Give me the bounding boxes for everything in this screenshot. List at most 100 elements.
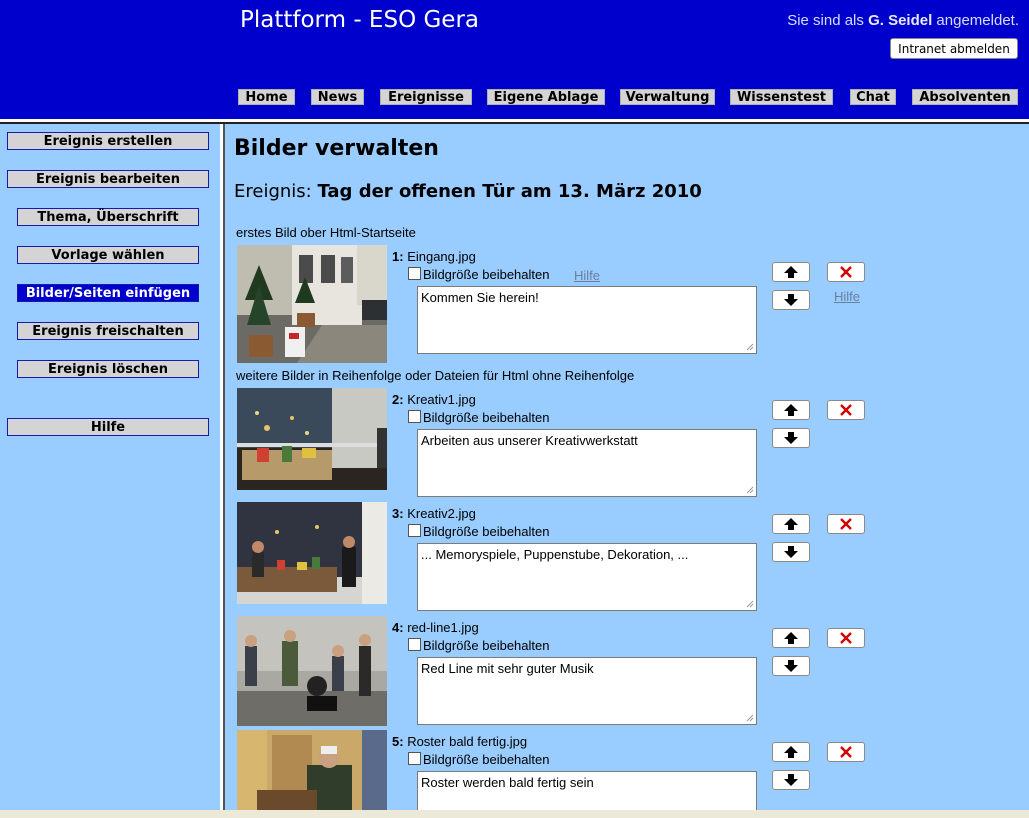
caption-textarea[interactable]: Red Line mit sehr guter Musik: [417, 657, 757, 725]
event-name: Tag der offenen Tür am 13. März 2010: [317, 181, 702, 202]
more-images-section-label: weitere Bilder in Reihenfolge oder Datei…: [236, 368, 635, 383]
arrow-up-icon: [784, 632, 798, 644]
sidebar-item-vorlage[interactable]: Vorlage wählen: [17, 246, 199, 264]
nav-eigene-ablage[interactable]: Eigene Ablage: [487, 89, 605, 105]
first-image-section-label: erstes Bild ober Html-Startseite: [236, 225, 416, 240]
event-prefix: Ereignis:: [234, 181, 318, 202]
delete-x-icon: [840, 518, 852, 530]
sidebar-item-ereignis-erstellen[interactable]: Ereignis erstellen: [7, 132, 209, 150]
resize-grip-icon[interactable]: [744, 484, 754, 494]
keep-size-help-link[interactable]: Hilfe: [574, 268, 600, 283]
delete-button[interactable]: [827, 262, 865, 282]
delete-x-icon: [840, 632, 852, 644]
delete-x-icon: [840, 266, 852, 278]
login-suffix: angemeldet.: [932, 12, 1019, 29]
image-number: 4:: [392, 620, 404, 635]
delete-x-icon: [840, 746, 852, 758]
image-title: 1: Eingang.jpg: [392, 249, 476, 264]
image-entry: 1: Eingang.jpg Bildgröße beibehalten Hil…: [225, 245, 1029, 363]
keep-size-checkbox[interactable]: [408, 524, 421, 537]
nav-chat[interactable]: Chat: [850, 89, 896, 105]
nav-verwaltung[interactable]: Verwaltung: [620, 89, 715, 105]
image-entry: 3: Kreativ2.jpg Bildgröße beibehalten ..…: [225, 502, 1029, 620]
site-title: Plattform - ESO Gera: [240, 7, 480, 33]
image-number: 2:: [392, 392, 404, 407]
image-filename: Kreativ2.jpg: [407, 506, 476, 521]
header: Plattform - ESO Gera Sie sind als G. Sei…: [0, 0, 1029, 119]
nav-news[interactable]: News: [311, 89, 364, 105]
logout-button[interactable]: Intranet abmelden: [890, 38, 1018, 59]
login-prefix: Sie sind als: [787, 12, 869, 29]
caption-textarea[interactable]: ... Memoryspiele, Puppenstube, Dekoratio…: [417, 543, 757, 611]
image-thumbnail: [237, 388, 387, 490]
event-line: Ereignis: Tag der offenen Tür am 13. Mär…: [234, 181, 702, 202]
arrow-down-icon: [784, 546, 798, 558]
arrow-up-icon: [784, 746, 798, 758]
move-down-button[interactable]: [772, 770, 810, 790]
nav-absolventen[interactable]: Absolventen: [912, 89, 1018, 105]
image-thumbnail: [237, 730, 387, 810]
sidebar: Ereignis erstellen Ereignis bearbeiten T…: [0, 124, 220, 818]
sidebar-item-thema[interactable]: Thema, Überschrift: [17, 208, 199, 226]
keep-size-checkbox[interactable]: [408, 410, 421, 423]
image-title: 3: Kreativ2.jpg: [392, 506, 476, 521]
arrow-down-icon: [784, 774, 798, 786]
arrow-down-icon: [784, 432, 798, 444]
nav-wissenstest[interactable]: Wissenstest: [730, 89, 833, 105]
move-up-button[interactable]: [772, 262, 810, 282]
window-bottom-edge: [0, 810, 1029, 818]
resize-grip-icon[interactable]: [744, 341, 754, 351]
caption-textarea[interactable]: Kommen Sie herein!: [417, 286, 757, 354]
nav-home[interactable]: Home: [238, 89, 295, 105]
caption-textarea[interactable]: Arbeiten aus unserer Kreativwerkstatt: [417, 429, 757, 497]
arrow-up-icon: [784, 404, 798, 416]
arrow-down-icon: [784, 294, 798, 306]
image-thumbnail: [237, 616, 387, 726]
nav-ereignisse[interactable]: Ereignisse: [380, 89, 472, 105]
arrow-up-icon: [784, 266, 798, 278]
keep-size-label: Bildgröße beibehalten: [423, 638, 550, 653]
keep-size-checkbox[interactable]: [408, 638, 421, 651]
arrow-down-icon: [784, 660, 798, 672]
image-filename: red-line1.jpg: [407, 620, 479, 635]
sidebar-item-bilder-seiten[interactable]: Bilder/Seiten einfügen: [17, 284, 199, 302]
move-up-button[interactable]: [772, 742, 810, 762]
resize-grip-icon[interactable]: [744, 712, 754, 722]
login-user: G. Seidel: [868, 12, 933, 29]
image-title: 5: Roster bald fertig.jpg: [392, 734, 527, 749]
keep-size-label: Bildgröße beibehalten: [423, 524, 550, 539]
move-up-button[interactable]: [772, 400, 810, 420]
arrow-up-icon: [784, 518, 798, 530]
image-title: 4: red-line1.jpg: [392, 620, 479, 635]
image-filename: Roster bald fertig.jpg: [407, 734, 528, 749]
move-down-button[interactable]: [772, 656, 810, 676]
delete-button[interactable]: [827, 628, 865, 648]
image-filename: Kreativ1.jpg: [407, 392, 476, 407]
sidebar-item-ereignis-bearbeiten[interactable]: Ereignis bearbeiten: [7, 170, 209, 188]
delete-button[interactable]: [827, 742, 865, 762]
delete-x-icon: [840, 404, 852, 416]
image-entry: 5: Roster bald fertig.jpg Bildgröße beib…: [225, 730, 1029, 810]
sidebar-item-freischalten[interactable]: Ereignis freischalten: [17, 322, 199, 340]
keep-size-checkbox[interactable]: [408, 267, 421, 280]
login-info: Sie sind als G. Seidel angemeldet.: [787, 12, 1019, 29]
move-up-button[interactable]: [772, 628, 810, 648]
main-content: Bilder verwalten Ereignis: Tag der offen…: [225, 124, 1029, 810]
move-down-button[interactable]: [772, 290, 810, 310]
resize-grip-icon[interactable]: [744, 598, 754, 608]
move-down-button[interactable]: [772, 428, 810, 448]
sidebar-item-hilfe[interactable]: Hilfe: [7, 418, 209, 436]
image-title: 2: Kreativ1.jpg: [392, 392, 476, 407]
move-down-button[interactable]: [772, 542, 810, 562]
delete-help-link[interactable]: Hilfe: [834, 289, 860, 304]
sidebar-item-loeschen[interactable]: Ereignis löschen: [17, 360, 199, 378]
caption-textarea[interactable]: Roster werden bald fertig sein: [417, 771, 757, 810]
keep-size-checkbox[interactable]: [408, 752, 421, 765]
image-entry: 2: Kreativ1.jpg Bildgröße beibehalten Ar…: [225, 388, 1029, 506]
move-up-button[interactable]: [772, 514, 810, 534]
image-number: 3:: [392, 506, 404, 521]
keep-size-label: Bildgröße beibehalten: [423, 752, 550, 767]
image-thumbnail: [237, 245, 387, 363]
delete-button[interactable]: [827, 514, 865, 534]
delete-button[interactable]: [827, 400, 865, 420]
